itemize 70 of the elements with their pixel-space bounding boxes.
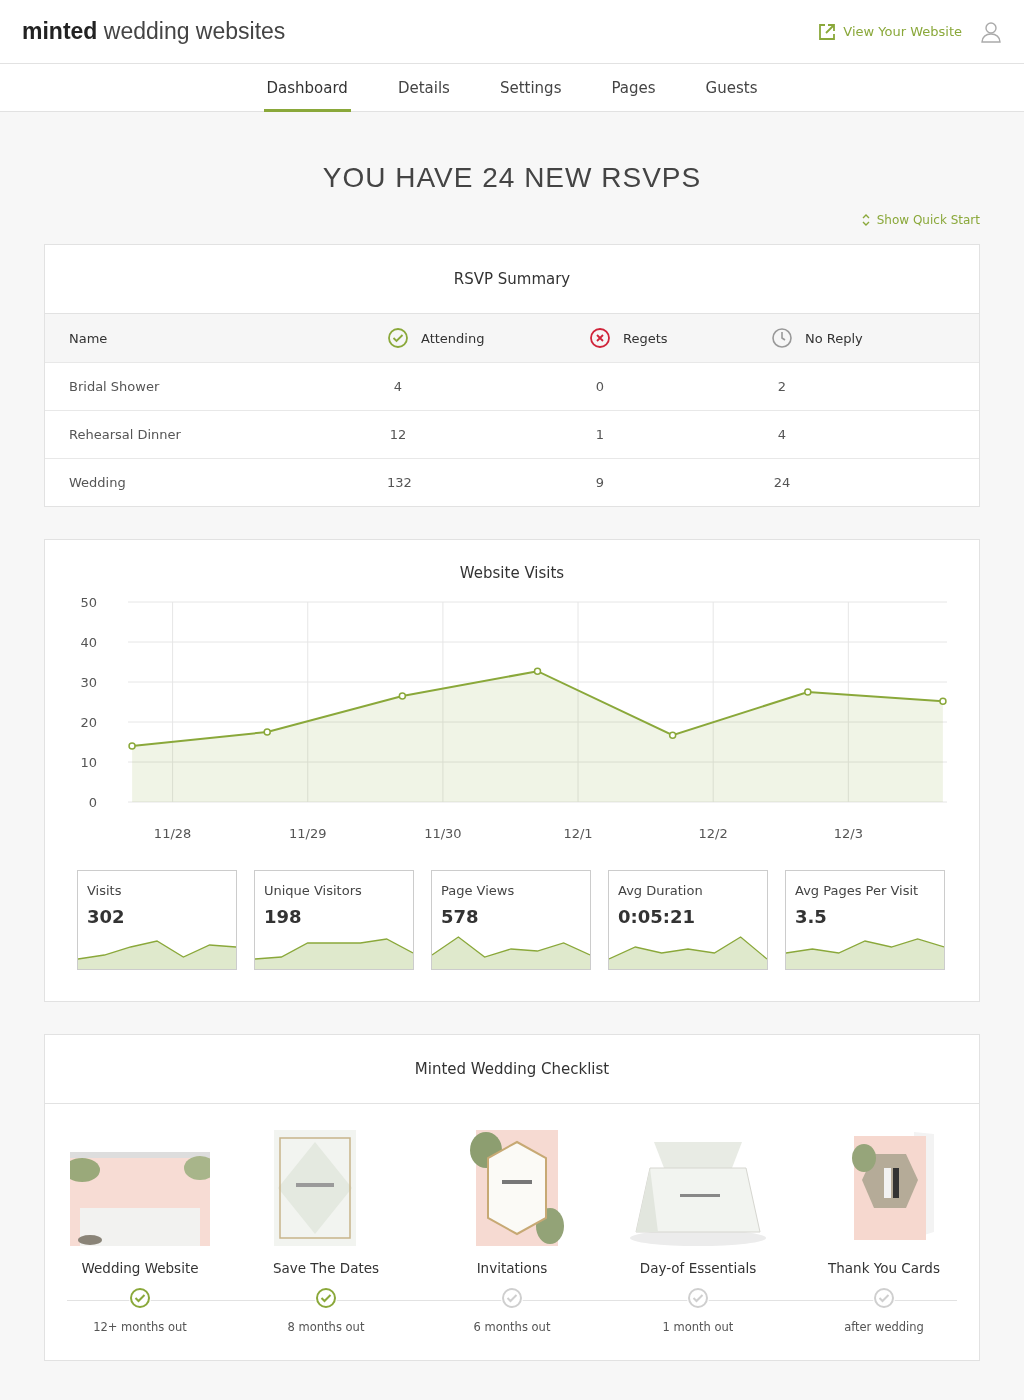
stat-value: 198 [264,906,303,927]
column-header: Attending [421,330,485,346]
x-tick-label: 11/29 [289,826,327,841]
timeframe-label: after wedding [844,1320,924,1334]
stat-label: Visits [87,883,123,898]
nav-tab[interactable]: Dashboard [263,64,351,112]
nav-tab[interactable]: Guests [702,64,761,112]
data-point [263,728,271,736]
checklist-label: Wedding Website [81,1260,199,1276]
x-tick-label: 11/28 [153,826,192,841]
nav-tab[interactable]: Details [394,64,453,112]
stat-label: Page Views [441,883,516,898]
column-header: Regets [623,330,668,346]
logo[interactable]: minted wedding websites [22,18,286,45]
checklist-label: Thank You Cards [828,1260,940,1276]
nav-tab[interactable]: Settings [496,64,565,112]
timeframe-label: 12+ months out [93,1320,187,1334]
x-tick-label: 12/1 [563,826,593,841]
clock-icon [771,327,793,349]
expand-icon [861,214,870,226]
check-circle-icon [387,327,409,349]
nav-tab[interactable]: Pages [608,64,659,112]
checklist-label: Day-of Essentials [639,1260,757,1276]
table-cell-text: 2 [776,379,788,394]
table-cell-text: 4 [776,427,788,442]
table-cell-text: 1 [594,427,606,442]
checklist-label: Save The Dates [272,1260,380,1276]
table-cell-text: 12 [388,427,408,442]
stat-label: Avg Pages Per Visit [795,883,920,898]
stat-value: 302 [87,906,126,927]
data-point [668,731,677,739]
y-tick-label: 10 [80,755,97,770]
stat-value: 0:05:21 [618,906,697,927]
table-cell: Rehearsal Dinner [69,427,181,442]
y-tick-label: 50 [80,595,97,610]
x-tick-label: 11/30 [424,826,462,841]
table-cell-text: 4 [392,379,404,394]
data-point [398,692,407,700]
data-point [128,742,136,750]
table-cell-text: 0 [594,379,606,394]
stat-label: Avg Duration [618,883,704,898]
user-icon[interactable] [980,20,1002,43]
external-link-icon [818,22,837,41]
table-cell: 132 [387,475,409,490]
card-title: Minted Wedding Checklist [45,1035,979,1104]
data-point [939,697,947,705]
timeframe-label: 8 months out [287,1320,365,1334]
y-tick-label: 20 [80,715,97,730]
table-cell: Bridal Shower [69,379,160,394]
y-tick-label: 30 [80,675,97,690]
table-cell: Wedding [69,475,126,490]
stat-value: 3.5 [795,906,828,927]
timeframe-label: 1 month out [662,1320,734,1334]
table-cell-text: 24 [772,475,792,490]
headline: YOU HAVE 24 NEW RSVPS [321,162,703,194]
cross-circle-icon [589,327,611,349]
data-point [804,688,812,696]
stat-label: Unique Visitors [264,883,363,898]
data-point [533,667,542,675]
column-header: Name [69,330,108,346]
column-header: No Reply [805,330,863,346]
y-tick-label: 0 [88,795,97,810]
stat-value: 578 [441,906,480,927]
x-tick-label: 12/2 [698,826,728,841]
x-tick-label: 12/3 [833,826,863,841]
timeframe-label: 6 months out [473,1320,551,1334]
checklist-label: Invitations [476,1260,548,1276]
y-tick-label: 40 [80,635,97,650]
table-cell-text: 9 [594,475,606,490]
card-title: Website Visits [458,564,566,582]
